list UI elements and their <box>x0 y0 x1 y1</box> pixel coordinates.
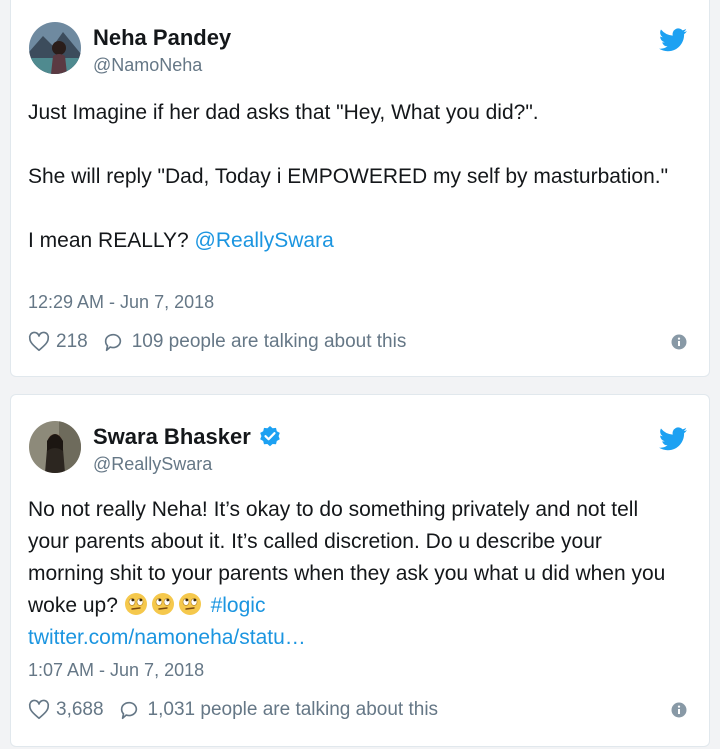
tweet-timestamp[interactable]: 12:29 AM - Jun 7, 2018 <box>28 292 214 313</box>
tweet-text-segment: I mean REALLY? <box>28 229 195 252</box>
tweet-paragraph: I mean REALLY? @ReallySwara <box>28 225 683 257</box>
user-handle[interactable]: @NamoNeha <box>93 55 202 76</box>
talking-count[interactable]: 109 people are talking about this <box>132 331 407 353</box>
tweet-paragraph: Just Imagine if her dad asks that "Hey, … <box>28 101 539 124</box>
avatar[interactable] <box>29 421 81 473</box>
like-count[interactable]: 218 <box>56 331 88 353</box>
tweet-card-swara: Swara Bhasker @ReallySwara No not really… <box>10 394 710 747</box>
like-count[interactable]: 3,688 <box>56 699 104 721</box>
rolling-eyes-emoji-icon <box>151 593 174 615</box>
url-link[interactable]: twitter.com/namoneha/statu… <box>28 626 306 649</box>
hashtag-link[interactable]: #logic <box>211 594 266 617</box>
info-icon[interactable] <box>671 334 687 350</box>
mention-link[interactable]: @ReallySwara <box>195 229 334 252</box>
info-icon[interactable] <box>671 702 687 718</box>
heart-icon[interactable] <box>28 699 50 721</box>
display-name[interactable]: Swara Bhasker <box>93 424 282 450</box>
tweet-card-neha: Neha Pandey @NamoNeha Just Imagine if he… <box>10 0 710 377</box>
tweet-text: No not really Neha! It’s okay to do some… <box>28 494 683 654</box>
user-handle[interactable]: @ReallySwara <box>93 454 212 475</box>
tweet-actions: 3,688 1,031 people are talking about thi… <box>28 696 687 724</box>
rolling-eyes-emoji-icon <box>124 593 147 615</box>
heart-icon[interactable] <box>28 331 50 353</box>
talking-count[interactable]: 1,031 people are talking about this <box>148 699 439 721</box>
tweet-paragraph: She will reply "Dad, Today i EMPOWERED m… <box>28 165 669 188</box>
avatar[interactable] <box>29 22 81 74</box>
rolling-eyes-emoji-icon <box>178 593 201 615</box>
comment-bubble-icon[interactable] <box>118 699 140 721</box>
tweet-actions: 218 109 people are talking about this <box>28 328 687 356</box>
comment-bubble-icon[interactable] <box>102 331 124 353</box>
verified-badge-icon <box>259 426 280 447</box>
tweet-text: Just Imagine if her dad asks that "Hey, … <box>28 97 683 257</box>
tweet-timestamp[interactable]: 1:07 AM - Jun 7, 2018 <box>28 660 204 681</box>
display-name[interactable]: Neha Pandey <box>93 25 231 51</box>
twitter-bird-icon[interactable] <box>659 427 687 451</box>
twitter-bird-icon[interactable] <box>659 28 687 52</box>
